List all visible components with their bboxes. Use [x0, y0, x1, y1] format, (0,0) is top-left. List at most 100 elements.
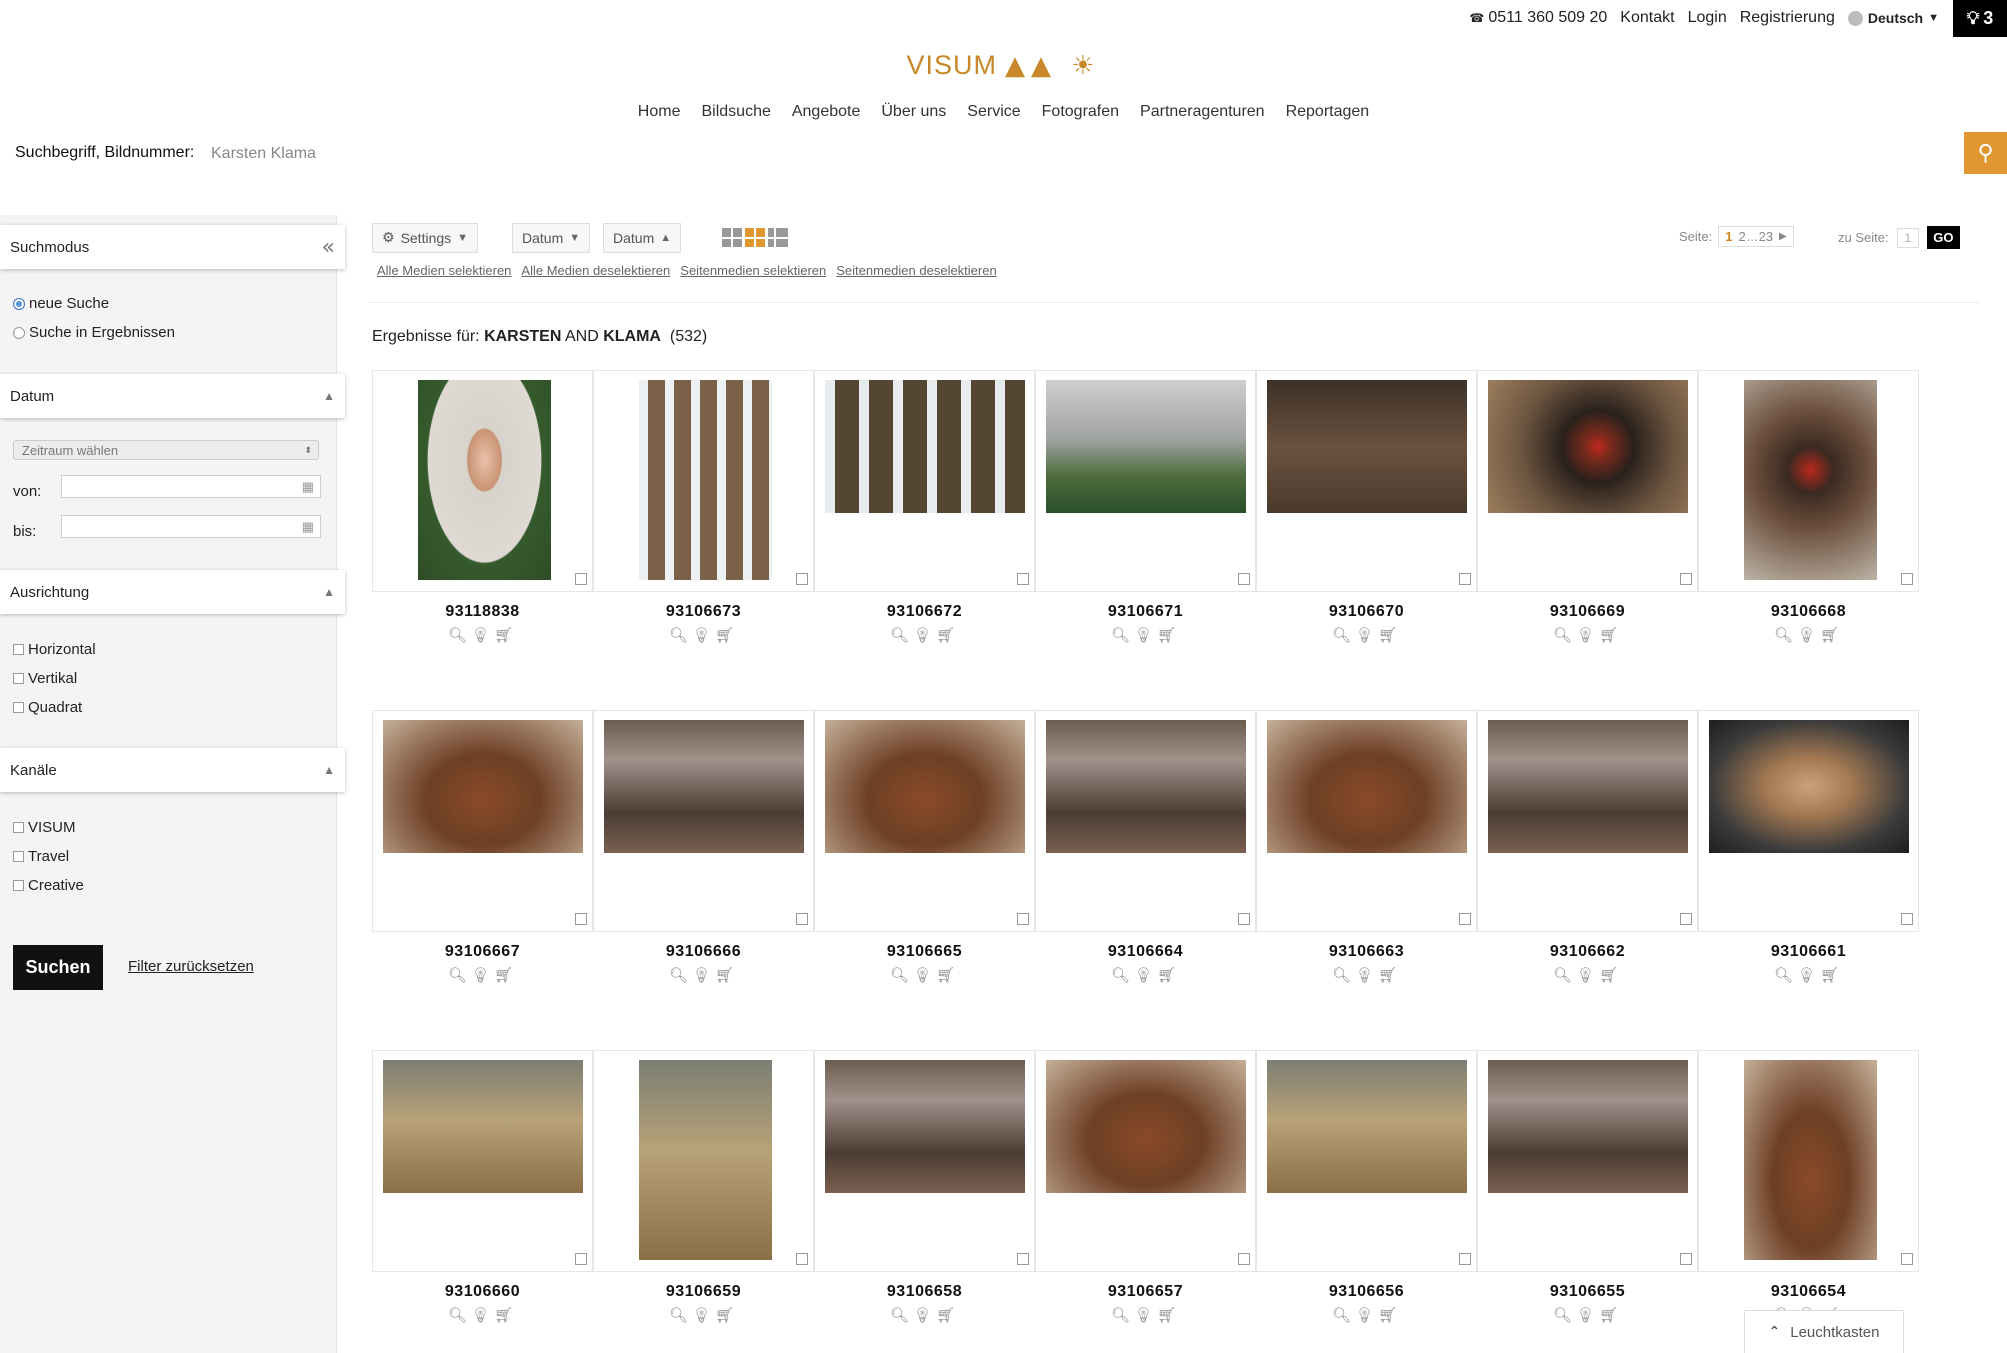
image-select-checkbox[interactable] [575, 913, 587, 925]
view-list-icon[interactable] [768, 228, 788, 247]
image-number[interactable]: 93106671 [1035, 603, 1256, 621]
lightbulb-icon[interactable]: 💡︎ [1797, 966, 1820, 984]
image-select-checkbox[interactable] [1901, 573, 1913, 585]
zoom-icon[interactable]: 🔍︎ [1774, 626, 1797, 644]
image-number[interactable]: 93106673 [593, 603, 814, 621]
image-select-checkbox[interactable] [1459, 573, 1471, 585]
calendar-icon[interactable]: ▦ [302, 479, 314, 495]
cart-icon[interactable]: 🛒︎ [1378, 626, 1401, 644]
image-number[interactable]: 93106656 [1256, 1283, 1477, 1301]
checkbox-vertikal[interactable]: Vertikal [13, 670, 77, 687]
lightbulb-icon[interactable]: 💡︎ [1576, 966, 1599, 984]
checkbox-horizontal[interactable]: Horizontal [13, 641, 96, 658]
image-select-checkbox[interactable] [1017, 573, 1029, 585]
deselect-all-link[interactable]: Alle Medien deselektieren [521, 263, 670, 278]
login-link[interactable]: Login [1688, 9, 1727, 27]
image-thumbnail[interactable] [1267, 1060, 1467, 1193]
nav-home[interactable]: Home [638, 103, 681, 121]
checkbox-quadrat[interactable]: Quadrat [13, 699, 82, 716]
image-select-checkbox[interactable] [1459, 1253, 1471, 1265]
lightbulb-icon[interactable]: 💡︎ [1576, 1306, 1599, 1324]
image-thumbnail[interactable] [639, 380, 772, 580]
image-number[interactable]: 93106669 [1477, 603, 1698, 621]
view-large-grid-icon[interactable] [722, 228, 742, 247]
zoom-icon[interactable]: 🔍︎ [1332, 626, 1355, 644]
image-thumbnail[interactable] [825, 720, 1025, 853]
cart-icon[interactable]: 🛒︎ [1157, 966, 1180, 984]
image-select-checkbox[interactable] [1680, 1253, 1692, 1265]
image-select-checkbox[interactable] [796, 573, 808, 585]
cart-icon[interactable]: 🛒︎ [715, 1306, 738, 1324]
cart-icon[interactable]: 🛒︎ [1820, 966, 1843, 984]
page-2[interactable]: 2 [1738, 229, 1745, 244]
image-number[interactable]: 93106662 [1477, 943, 1698, 961]
image-thumbnail[interactable] [825, 380, 1025, 513]
zoom-icon[interactable]: 🔍︎ [890, 626, 913, 644]
lightbulb-icon[interactable]: 💡︎ [471, 626, 494, 644]
cart-icon[interactable]: 🛒︎ [1378, 1306, 1401, 1324]
next-page-icon[interactable]: ▶ [1779, 231, 1787, 242]
kontakt-link[interactable]: Kontakt [1620, 9, 1674, 27]
image-select-checkbox[interactable] [796, 1253, 808, 1265]
image-number[interactable]: 93106655 [1477, 1283, 1698, 1301]
nav-service[interactable]: Service [967, 103, 1020, 121]
lightbulb-icon[interactable]: 💡︎ [1355, 966, 1378, 984]
von-date-input[interactable]: ▦ [61, 475, 321, 498]
settings-dropdown[interactable]: ⚙ Settings ▼ [372, 223, 479, 253]
zoom-icon[interactable]: 🔍︎ [669, 626, 692, 644]
zoom-icon[interactable]: 🔍︎ [1553, 966, 1576, 984]
zoom-icon[interactable]: 🔍︎ [1332, 966, 1355, 984]
zoom-icon[interactable]: 🔍︎ [1111, 966, 1134, 984]
image-thumbnail[interactable] [1046, 380, 1246, 513]
nav-bildsuche[interactable]: Bildsuche [701, 103, 770, 121]
lightbulb-icon[interactable]: 💡︎ [692, 1306, 715, 1324]
image-thumbnail[interactable] [1046, 1060, 1246, 1193]
image-number[interactable]: 93106657 [1035, 1283, 1256, 1301]
radio-suche-in-ergebnissen[interactable]: Suche in Ergebnissen [13, 324, 175, 341]
datum-header[interactable]: Datum ▲ [0, 374, 345, 418]
image-select-checkbox[interactable] [1680, 573, 1692, 585]
image-select-checkbox[interactable] [575, 573, 587, 585]
image-select-checkbox[interactable] [1238, 1253, 1250, 1265]
nav-ueber-uns[interactable]: Über uns [881, 103, 946, 121]
zoom-icon[interactable]: 🔍︎ [669, 966, 692, 984]
deselect-page-link[interactable]: Seitenmedien deselektieren [836, 263, 996, 278]
ausrichtung-header[interactable]: Ausrichtung ▲ [0, 570, 345, 614]
image-number[interactable]: 93106666 [593, 943, 814, 961]
sort-field-dropdown[interactable]: Datum ▼ [512, 223, 591, 253]
image-thumbnail[interactable] [383, 720, 583, 853]
zoom-icon[interactable]: 🔍︎ [890, 1306, 913, 1324]
lightbulb-icon[interactable]: 💡︎ [913, 966, 936, 984]
registrierung-link[interactable]: Registrierung [1740, 9, 1835, 27]
image-thumbnail[interactable] [825, 1060, 1025, 1193]
search-input[interactable] [205, 140, 1955, 168]
image-thumbnail[interactable] [1488, 1060, 1688, 1193]
lightbulb-icon[interactable]: 💡︎ [1355, 1306, 1378, 1324]
image-thumbnail[interactable] [1744, 380, 1877, 580]
cart-icon[interactable]: 🛒︎ [494, 966, 517, 984]
image-number[interactable]: 93106654 [1698, 1283, 1919, 1301]
image-number[interactable]: 93106661 [1698, 943, 1919, 961]
zoom-icon[interactable]: 🔍︎ [448, 1306, 471, 1324]
image-number[interactable]: 93106672 [814, 603, 1035, 621]
image-thumbnail[interactable] [604, 720, 804, 853]
zoom-icon[interactable]: 🔍︎ [1111, 1306, 1134, 1324]
image-number[interactable]: 93106659 [593, 1283, 814, 1301]
page-current[interactable]: 1 [1725, 229, 1732, 244]
image-select-checkbox[interactable] [1238, 573, 1250, 585]
lightbulb-icon[interactable]: 💡︎ [471, 1306, 494, 1324]
image-select-checkbox[interactable] [796, 913, 808, 925]
image-number[interactable]: 93106668 [1698, 603, 1919, 621]
zeitraum-select[interactable]: Zeitraum wählen ⬍ [13, 440, 319, 460]
cart-icon[interactable]: 🛒︎ [1599, 966, 1622, 984]
image-select-checkbox[interactable] [1017, 1253, 1029, 1265]
image-select-checkbox[interactable] [1459, 913, 1471, 925]
zoom-icon[interactable]: 🔍︎ [1553, 626, 1576, 644]
nav-reportagen[interactable]: Reportagen [1286, 103, 1370, 121]
phone[interactable]: ☎ 0511 360 509 20 [1469, 9, 1607, 27]
cart-icon[interactable]: 🛒︎ [1378, 966, 1401, 984]
filter-reset-link[interactable]: Filter zurücksetzen [128, 958, 254, 975]
lightbulb-icon[interactable]: 💡︎ [1355, 626, 1378, 644]
lightbulb-icon[interactable]: 💡︎ [692, 966, 715, 984]
lightbulb-icon[interactable]: 💡︎ [1134, 1306, 1157, 1324]
